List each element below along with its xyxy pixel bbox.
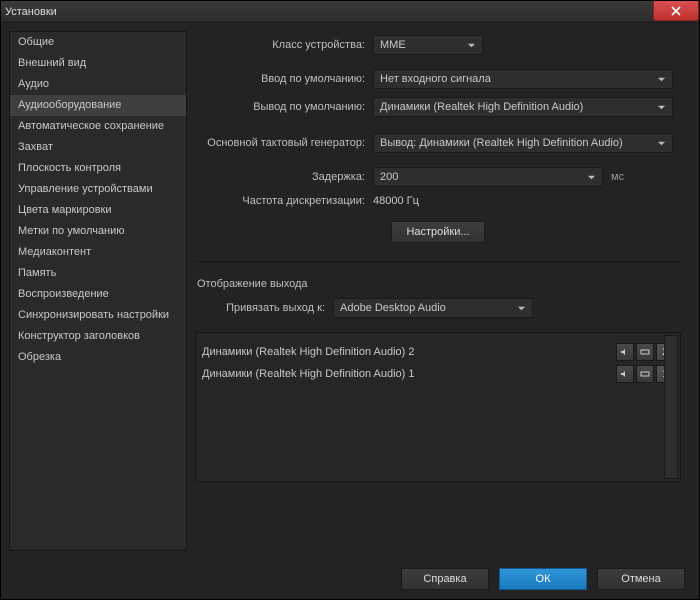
default-input-label: Ввод по умолчанию: bbox=[195, 73, 365, 85]
chevron-down-icon bbox=[467, 41, 476, 53]
map-output-label: Привязать выход к: bbox=[195, 302, 325, 314]
category-sidebar: ОбщиеВнешний видАудиоАудиооборудованиеАв… bbox=[9, 31, 187, 551]
sidebar-item[interactable]: Общие bbox=[10, 32, 186, 53]
sidebar-item[interactable]: Автоматическое сохранение bbox=[10, 116, 186, 137]
sidebar-item[interactable]: Воспроизведение bbox=[10, 284, 186, 305]
output-channel-row: Динамики (Realtek High Definition Audio)… bbox=[202, 341, 674, 363]
help-button[interactable]: Справка bbox=[401, 568, 489, 590]
default-output-value: Динамики (Realtek High Definition Audio) bbox=[380, 101, 583, 113]
sample-rate-value: 48000 Гц bbox=[373, 195, 419, 207]
chevron-down-icon bbox=[657, 103, 666, 115]
latency-unit: мс bbox=[611, 171, 631, 183]
device-class-value: MME bbox=[380, 39, 406, 51]
settings-panel: Класс устройства: MME Ввод по умолчанию:… bbox=[195, 31, 691, 551]
sidebar-item[interactable]: Аудиооборудование bbox=[10, 95, 186, 116]
latency-value: 200 bbox=[380, 171, 398, 183]
map-output-dropdown[interactable]: Adobe Desktop Audio bbox=[333, 298, 533, 318]
chevron-down-icon bbox=[587, 173, 596, 185]
sidebar-item[interactable]: Внешний вид bbox=[10, 53, 186, 74]
scrollbar[interactable] bbox=[664, 335, 678, 479]
map-output-value: Adobe Desktop Audio bbox=[340, 302, 446, 314]
default-input-value: Нет входного сигнала bbox=[380, 73, 491, 85]
device-class-label: Класс устройства: bbox=[195, 39, 365, 51]
chevron-down-icon bbox=[657, 75, 666, 87]
master-clock-label: Основной тактовый генератор: bbox=[195, 137, 365, 149]
sidebar-item[interactable]: Синхронизировать настройки bbox=[10, 305, 186, 326]
master-clock-dropdown[interactable]: Вывод: Динамики (Realtek High Definition… bbox=[373, 133, 673, 153]
default-input-dropdown[interactable]: Нет входного сигнала bbox=[373, 69, 673, 89]
device-class-dropdown[interactable]: MME bbox=[373, 35, 483, 55]
cancel-button[interactable]: Отмена bbox=[597, 568, 685, 590]
sidebar-item[interactable]: Память bbox=[10, 263, 186, 284]
sidebar-item[interactable]: Плоскость контроля bbox=[10, 158, 186, 179]
chevron-down-icon bbox=[517, 304, 526, 316]
sidebar-item[interactable]: Захват bbox=[10, 137, 186, 158]
titlebar[interactable]: Установки bbox=[1, 1, 699, 23]
latency-dropdown[interactable]: 200 bbox=[373, 167, 603, 187]
dialog-footer: Справка ОК Отмена bbox=[1, 559, 699, 599]
sidebar-item[interactable]: Аудио bbox=[10, 74, 186, 95]
ok-button[interactable]: ОК bbox=[499, 568, 587, 590]
default-output-dropdown[interactable]: Динамики (Realtek High Definition Audio) bbox=[373, 97, 673, 117]
default-output-label: Вывод по умолчанию: bbox=[195, 101, 365, 113]
sidebar-item[interactable]: Управление устройствами bbox=[10, 179, 186, 200]
master-clock-value: Вывод: Динамики (Realtek High Definition… bbox=[380, 137, 623, 149]
close-button[interactable] bbox=[653, 1, 699, 21]
separator bbox=[195, 261, 681, 262]
sidebar-item[interactable]: Метки по умолчанию bbox=[10, 221, 186, 242]
sidebar-item[interactable]: Обрезка bbox=[10, 347, 186, 368]
output-channel-label: Динамики (Realtek High Definition Audio)… bbox=[202, 346, 414, 358]
sample-rate-label: Частота дискретизации: bbox=[195, 195, 365, 207]
output-channels-box: Динамики (Realtek High Definition Audio)… bbox=[195, 332, 681, 482]
settings-button[interactable]: Настройки... bbox=[391, 221, 484, 243]
preferences-window: Установки ОбщиеВнешний видАудиоАудиообор… bbox=[0, 0, 700, 600]
link-icon[interactable] bbox=[636, 365, 654, 383]
speaker-icon[interactable] bbox=[616, 365, 634, 383]
link-icon[interactable] bbox=[636, 343, 654, 361]
sidebar-item[interactable]: Цвета маркировки bbox=[10, 200, 186, 221]
window-title: Установки bbox=[5, 6, 57, 18]
speaker-icon[interactable] bbox=[616, 343, 634, 361]
sidebar-item[interactable]: Конструктор заголовков bbox=[10, 326, 186, 347]
latency-label: Задержка: bbox=[195, 171, 365, 183]
output-channel-label: Динамики (Realtek High Definition Audio)… bbox=[202, 368, 414, 380]
sidebar-item[interactable]: Медиаконтент bbox=[10, 242, 186, 263]
chevron-down-icon bbox=[657, 139, 666, 151]
output-mapping-title: Отображение выхода bbox=[197, 278, 681, 290]
output-channel-row: Динамики (Realtek High Definition Audio)… bbox=[202, 363, 674, 385]
